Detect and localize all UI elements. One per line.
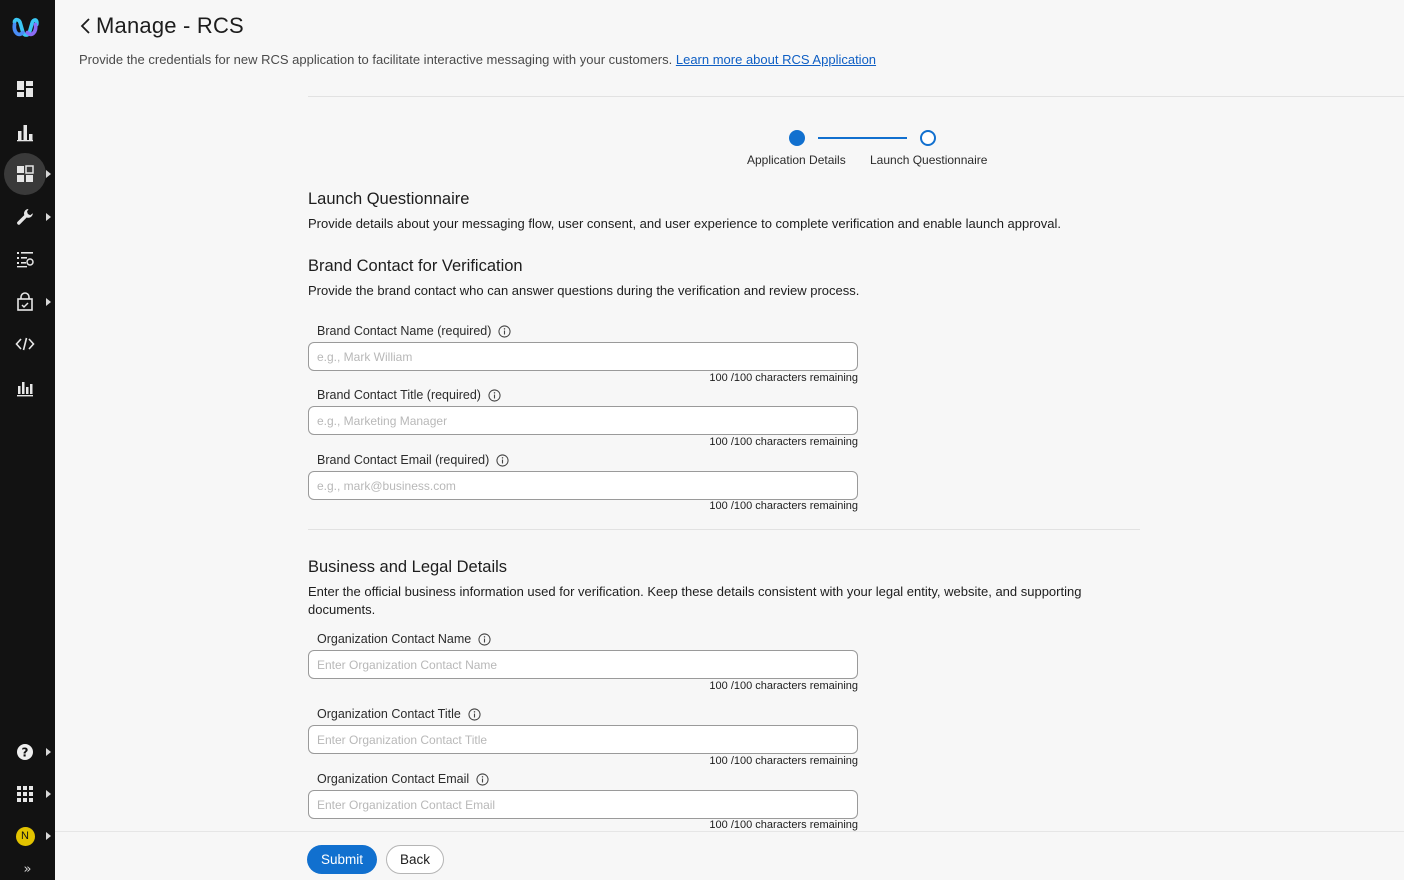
avatar[interactable]: N bbox=[4, 815, 46, 857]
info-icon[interactable] bbox=[476, 772, 489, 786]
organization-contact-title-input[interactable] bbox=[308, 725, 858, 754]
field-label-text: Organization Contact Name bbox=[317, 632, 472, 646]
info-icon[interactable] bbox=[478, 632, 491, 646]
divider bbox=[308, 529, 1140, 530]
brand-contact-title-label: Brand Contact Title (required) bbox=[317, 388, 501, 402]
organization-contact-name-label: Organization Contact Name bbox=[317, 632, 491, 646]
svg-text:?: ? bbox=[22, 746, 29, 760]
report-chart-icon[interactable] bbox=[4, 367, 46, 409]
launch-questionnaire-title: Launch Questionnaire bbox=[308, 190, 470, 208]
apps-grid-icon[interactable] bbox=[4, 153, 46, 195]
learn-more-link[interactable]: Learn more about RCS Application bbox=[676, 52, 876, 67]
organization-contact-email-counter: 100 /100 characters remaining bbox=[709, 819, 858, 831]
brand-contact-title-counter: 100 /100 characters remaining bbox=[709, 436, 858, 448]
left-nav-sidebar: ? N » bbox=[0, 0, 55, 880]
wrench-icon[interactable] bbox=[4, 196, 46, 238]
launch-questionnaire-description: Provide details about your messaging flo… bbox=[308, 216, 1062, 231]
info-icon[interactable] bbox=[488, 388, 501, 402]
main-content: Manage - RCS Provide the credentials for… bbox=[55, 0, 1404, 880]
code-icon[interactable] bbox=[4, 323, 46, 365]
field-label-text: Brand Contact Title (required) bbox=[317, 388, 481, 402]
brand-contact-email-input[interactable] bbox=[308, 471, 858, 500]
expand-caret-icon[interactable] bbox=[46, 790, 51, 798]
list-search-icon[interactable] bbox=[4, 238, 46, 280]
step-connector bbox=[818, 137, 907, 139]
step-label-launch-questionnaire: Launch Questionnaire bbox=[870, 153, 988, 167]
organization-contact-title-counter: 100 /100 characters remaining bbox=[709, 755, 858, 767]
analytics-icon[interactable] bbox=[4, 111, 46, 153]
expand-caret-icon[interactable] bbox=[46, 298, 51, 306]
back-chevron-icon[interactable] bbox=[77, 16, 95, 36]
brand-contact-name-input[interactable] bbox=[308, 342, 858, 371]
divider bbox=[308, 96, 1404, 97]
expand-caret-icon[interactable] bbox=[46, 213, 51, 221]
brand-contact-name-label: Brand Contact Name (required) bbox=[317, 324, 511, 338]
business-legal-description: Enter the official business information … bbox=[308, 584, 1082, 617]
brand-contact-email-label: Brand Contact Email (required) bbox=[317, 453, 509, 467]
page-intro: Provide the credentials for new RCS appl… bbox=[79, 52, 876, 67]
shop-icon[interactable] bbox=[4, 281, 46, 323]
field-label-text: Organization Contact Title bbox=[317, 707, 461, 721]
organization-contact-email-input[interactable] bbox=[308, 790, 858, 819]
organization-contact-name-counter: 100 /100 characters remaining bbox=[709, 680, 858, 692]
back-button[interactable]: Back bbox=[386, 845, 444, 874]
avatar-initial: N bbox=[15, 826, 35, 846]
dashboard-icon[interactable] bbox=[4, 68, 46, 110]
page-title: Manage - RCS bbox=[96, 13, 244, 38]
organization-contact-email-label: Organization Contact Email bbox=[317, 772, 489, 786]
intro-text: Provide the credentials for new RCS appl… bbox=[79, 52, 673, 67]
expand-caret-icon[interactable] bbox=[46, 170, 51, 178]
brand-contact-title: Brand Contact for Verification bbox=[308, 257, 523, 275]
expand-caret-icon[interactable] bbox=[46, 832, 51, 840]
info-icon[interactable] bbox=[498, 324, 511, 338]
brand-contact-title-input[interactable] bbox=[308, 406, 858, 435]
step-label-application-details: Application Details bbox=[747, 153, 846, 167]
form-footer: Submit Back bbox=[55, 831, 1404, 880]
help-icon[interactable]: ? bbox=[4, 731, 46, 773]
expand-caret-icon[interactable] bbox=[46, 748, 51, 756]
submit-button[interactable]: Submit bbox=[307, 845, 377, 874]
field-label-text: Brand Contact Name (required) bbox=[317, 324, 492, 338]
step-indicator-application-details bbox=[789, 130, 805, 146]
business-legal-title: Business and Legal Details bbox=[308, 558, 508, 576]
brand-contact-name-counter: 100 /100 characters remaining bbox=[709, 372, 858, 384]
field-label-text: Brand Contact Email (required) bbox=[317, 453, 490, 467]
organization-contact-name-input[interactable] bbox=[308, 650, 858, 679]
expand-sidebar-icon[interactable]: » bbox=[0, 862, 55, 877]
brand-contact-description: Provide the brand contact who can answer… bbox=[308, 283, 860, 298]
field-label-text: Organization Contact Email bbox=[317, 772, 470, 786]
brand-contact-email-counter: 100 /100 characters remaining bbox=[709, 500, 858, 512]
info-icon[interactable] bbox=[496, 453, 509, 467]
step-indicator-launch-questionnaire bbox=[920, 130, 936, 146]
info-icon[interactable] bbox=[468, 707, 481, 721]
app-launcher-icon[interactable] bbox=[4, 773, 46, 815]
organization-contact-title-label: Organization Contact Title bbox=[317, 707, 481, 721]
webex-logo-icon[interactable] bbox=[4, 7, 46, 49]
